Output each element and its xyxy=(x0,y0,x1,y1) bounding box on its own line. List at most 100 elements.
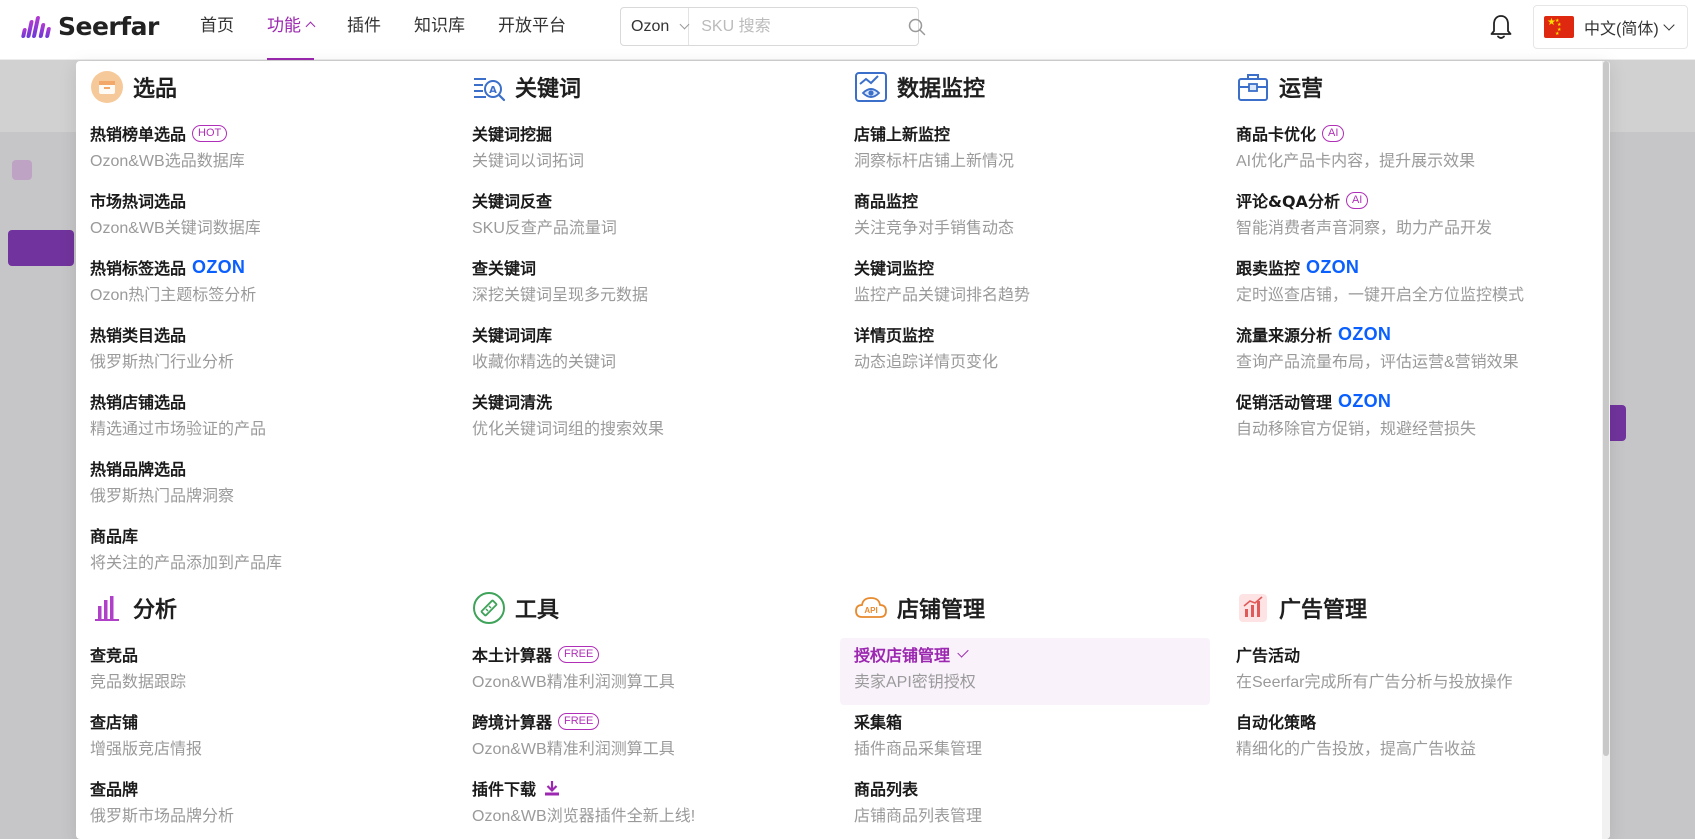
menu-item-keyword-cleaning[interactable]: 关键词清洗 优化关键词词组的搜索效果 xyxy=(458,385,828,452)
menu-item-review-qa-analysis[interactable]: 评论&QA分析 AI 智能消费者声音洞察，助力产品开发 xyxy=(1222,184,1592,251)
platform-select[interactable]: Ozon xyxy=(621,8,690,45)
menu-item-hot-brands[interactable]: 热销品牌选品 俄罗斯热门品牌洞察 xyxy=(76,452,446,519)
menu-item-follow-sell-monitor[interactable]: 跟卖监控 OZON 定时巡查店铺，一键开启全方位监控模式 xyxy=(1222,251,1592,318)
nav-features[interactable]: 功能 xyxy=(267,0,316,60)
menu-item-store-lookup[interactable]: 查店铺 增强版竞店情报 xyxy=(76,705,446,772)
free-badge: FREE xyxy=(558,712,600,730)
item-desc: 深挖关键词呈现多元数据 xyxy=(472,287,649,304)
item-desc: 增强版竞店情报 xyxy=(90,741,203,758)
toolbox-icon xyxy=(1236,70,1270,104)
item-desc: SKU反查产品流量词 xyxy=(472,220,617,237)
section-tools: 工具 本土计算器 FREE Ozon&WB精准利润测算工具 跨境计算器 FREE O… xyxy=(458,590,828,839)
menu-item-product-library[interactable]: 商品库 将关注的产品添加到产品库 xyxy=(76,519,446,586)
item-title: 跟卖监控 xyxy=(1236,259,1301,278)
menu-item-hot-categories[interactable]: 热销类目选品 俄罗斯热门行业分析 xyxy=(76,318,446,385)
menu-item-store-new-monitor[interactable]: 店铺上新监控 洞察标杆店铺上新情况 xyxy=(840,117,1210,184)
item-desc: 优化关键词词组的搜索效果 xyxy=(472,421,665,438)
section-header: 广告管理 xyxy=(1222,590,1592,626)
item-title: 市场热词选品 xyxy=(90,192,187,211)
notification-bell-icon[interactable] xyxy=(1488,13,1514,41)
menu-item-hot-list[interactable]: 热销榜单选品 HOT Ozon&WB选品数据库 xyxy=(76,117,446,184)
item-title: 关键词词库 xyxy=(472,326,553,345)
menu-item-crossborder-calculator[interactable]: 跨境计算器 FREE Ozon&WB精准利润测算工具 xyxy=(458,705,828,772)
section-header: 选品 xyxy=(76,69,446,105)
item-title: 广告活动 xyxy=(1236,646,1301,665)
top-header: Seerfar 首页 功能 插件 知识库 开放平台 Ozon ★ ★ ★ ★ ★… xyxy=(0,0,1695,60)
logo-icon xyxy=(20,15,52,38)
section-title: 广告管理 xyxy=(1279,598,1368,623)
sku-search-box: Ozon xyxy=(620,7,926,46)
section-store-management: API 店铺管理 授权店铺管理 卖家API密钥授权 采集箱 插件商品采集管理 商… xyxy=(840,590,1210,839)
section-header: 分析 xyxy=(76,590,446,626)
language-selector[interactable]: ★ ★ ★ ★ ★ 中文(简体) xyxy=(1533,5,1688,49)
scrollbar-thumb[interactable] xyxy=(1603,61,1609,756)
ai-badge: AI xyxy=(1322,124,1345,142)
nav-home[interactable]: 首页 xyxy=(200,0,234,60)
menu-item-traffic-source[interactable]: 流量来源分析 OZON 查询产品流量布局，评估运营&营销效果 xyxy=(1222,318,1592,385)
menu-item-promotion-management[interactable]: 促销活动管理 OZON 自动移除官方促销，规避经营损失 xyxy=(1222,385,1592,452)
item-title: 关键词清洗 xyxy=(472,393,553,412)
item-desc: Ozon&WB精准利润测算工具 xyxy=(472,741,675,758)
section-title: 店铺管理 xyxy=(897,598,986,623)
section-selection: 选品 热销榜单选品 HOT Ozon&WB选品数据库 市场热词选品 Ozon&WB… xyxy=(76,69,446,586)
bar-chart-icon xyxy=(90,591,124,625)
menu-item-competitor-lookup[interactable]: 查竞品 竞品数据跟踪 xyxy=(76,638,446,705)
checkmark-icon xyxy=(957,646,969,658)
menu-item-keyword-library[interactable]: 关键词词库 收藏你精选的关键词 xyxy=(458,318,828,385)
ozon-tag: OZON xyxy=(1338,323,1392,344)
menu-item-keyword-monitor[interactable]: 关键词监控 监控产品关键词排名趋势 xyxy=(840,251,1210,318)
menu-item-authorized-stores[interactable]: 授权店铺管理 卖家API密钥授权 xyxy=(840,638,1210,705)
svg-text:API: API xyxy=(864,606,877,615)
menu-item-plugin-download[interactable]: 插件下载 Ozon&WB浏览器插件全新上线! xyxy=(458,772,828,839)
section-header: 数据监控 xyxy=(840,69,1210,105)
menu-scrollbar[interactable] xyxy=(1602,61,1610,839)
menu-item-ad-campaigns[interactable]: 广告活动 在Seerfar完成所有广告分析与投放操作 xyxy=(1222,638,1592,705)
ai-badge: AI xyxy=(1345,191,1369,209)
menu-item-brand-lookup[interactable]: 查品牌 俄罗斯市场品牌分析 xyxy=(76,772,446,839)
menu-item-keyword-reverse[interactable]: 关键词反查 SKU反查产品流量词 xyxy=(458,184,828,251)
menu-item-hot-stores[interactable]: 热销店铺选品 精选通过市场验证的产品 xyxy=(76,385,446,452)
section-ads-management: 广告管理 广告活动 在Seerfar完成所有广告分析与投放操作 自动化策略 精细… xyxy=(1222,590,1592,772)
item-desc: 定时巡查店铺，一键开启全方位监控模式 xyxy=(1236,287,1525,304)
menu-item-keyword-lookup[interactable]: 查关键词 深挖关键词呈现多元数据 xyxy=(458,251,828,318)
section-monitoring: 数据监控 店铺上新监控 洞察标杆店铺上新情况 商品监控 关注竞争对手销售动态 关… xyxy=(840,69,1210,385)
menu-item-product-monitor[interactable]: 商品监控 关注竞争对手销售动态 xyxy=(840,184,1210,251)
menu-item-local-calculator[interactable]: 本土计算器 FREE Ozon&WB精准利润测算工具 xyxy=(458,638,828,705)
search-icon[interactable] xyxy=(908,8,926,45)
item-desc: 监控产品关键词排名趋势 xyxy=(854,287,1031,304)
item-title: 促销活动管理 xyxy=(1236,393,1333,412)
nav-open-platform[interactable]: 开放平台 xyxy=(498,0,566,60)
menu-item-product-card-optimize[interactable]: 商品卡优化 AI AI优化产品卡内容，提升展示效果 xyxy=(1222,117,1592,184)
nav-plugin[interactable]: 插件 xyxy=(347,0,381,60)
item-title: 查品牌 xyxy=(90,780,139,799)
brand-name: Seerfar xyxy=(58,12,159,41)
nav-knowledge-base[interactable]: 知识库 xyxy=(414,0,465,60)
menu-item-product-list[interactable]: 商品列表 店铺商品列表管理 xyxy=(840,772,1210,839)
item-desc: 收藏你精选的关键词 xyxy=(472,354,617,371)
menu-item-market-keywords[interactable]: 市场热词选品 Ozon&WB关键词数据库 xyxy=(76,184,446,251)
menu-item-hot-tags[interactable]: 热销标签选品 OZON Ozon热门主题标签分析 xyxy=(76,251,446,318)
item-desc: 将关注的产品添加到产品库 xyxy=(90,555,283,572)
item-title: 本土计算器 xyxy=(472,646,553,665)
menu-item-automation-strategy[interactable]: 自动化策略 精细化的广告投放，提高广告收益 xyxy=(1222,705,1592,772)
china-flag-icon: ★ ★ ★ ★ ★ xyxy=(1544,16,1574,38)
item-desc: 竞品数据跟踪 xyxy=(90,674,187,691)
item-title: 查竞品 xyxy=(90,646,139,665)
menu-item-detail-page-monitor[interactable]: 详情页监控 动态追踪详情页变化 xyxy=(840,318,1210,385)
item-title: 热销标签选品 xyxy=(90,259,187,278)
nav-home-label: 首页 xyxy=(200,16,234,35)
nav-open-platform-label: 开放平台 xyxy=(498,16,566,35)
item-title: 插件下载 xyxy=(472,780,537,799)
menu-item-keyword-mining[interactable]: 关键词挖掘 关键词以词拓词 xyxy=(458,117,828,184)
item-title: 商品监控 xyxy=(854,192,919,211)
sku-search-input[interactable] xyxy=(689,8,909,45)
item-title: 热销榜单选品 xyxy=(90,125,187,144)
download-icon xyxy=(543,779,561,797)
item-title: 关键词反查 xyxy=(472,192,553,211)
section-title: 选品 xyxy=(133,77,178,102)
nav-features-label: 功能 xyxy=(267,16,301,35)
menu-item-collection-box[interactable]: 采集箱 插件商品采集管理 xyxy=(840,705,1210,772)
item-title: 授权店铺管理 xyxy=(854,646,951,665)
brand-logo[interactable]: Seerfar xyxy=(20,12,159,41)
nav-knowledge-base-label: 知识库 xyxy=(414,16,465,35)
